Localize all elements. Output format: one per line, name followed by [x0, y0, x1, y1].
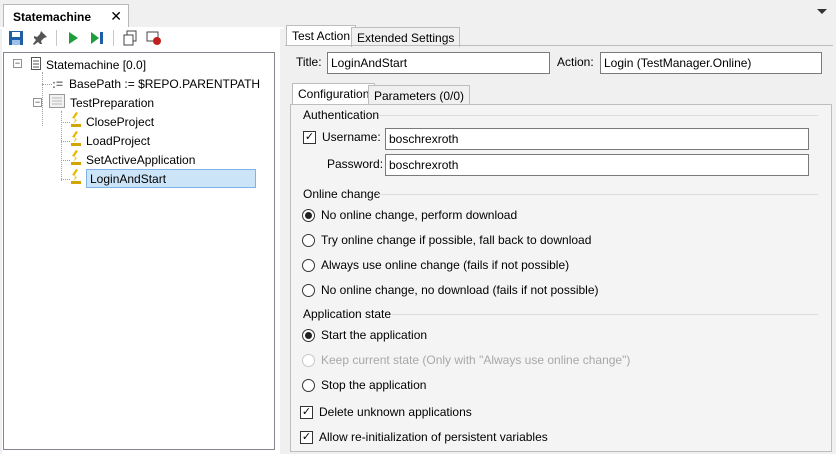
tree-connector [61, 179, 70, 180]
document-icon [31, 56, 41, 73]
option-label: Stop the application [321, 378, 427, 392]
toolbar-separator [113, 30, 114, 46]
group-divider [378, 194, 818, 195]
tree-connector [61, 160, 70, 161]
online-change-group-title: Online change [303, 187, 381, 201]
username-checkbox[interactable]: ✓ Username: [303, 130, 381, 144]
test-tree: − Statemachine [0.0] := BasePath := $REP… [3, 52, 275, 450]
tree-node-testpreparation[interactable]: TestPreparation [49, 93, 154, 112]
run-icon[interactable] [63, 29, 83, 47]
option-label: Keep current state (Only with "Always us… [321, 353, 631, 367]
sequence-icon [49, 94, 65, 111]
option-label: No online change, perform download [321, 208, 518, 222]
group-divider [380, 115, 818, 116]
copy-icon[interactable] [120, 29, 140, 47]
tree-node-basepath[interactable]: := BasePath := $REPO.PARENTPATH [52, 74, 260, 93]
delete-unknown-checkbox[interactable]: ✓ Delete unknown applications [300, 405, 472, 419]
save-icon[interactable] [6, 29, 26, 47]
action-icon [70, 131, 82, 150]
tab-configuration[interactable]: Configuration [292, 83, 376, 104]
tree-connector [42, 72, 43, 126]
application-state-option-disabled: Keep current state (Only with "Always us… [302, 353, 630, 367]
tree-node-basepath-label: BasePath := $REPO.PARENTPATH [69, 76, 261, 91]
tree-node-label: LoadProject [86, 133, 151, 148]
title-field[interactable]: LoginAndStart [327, 52, 550, 74]
online-change-option[interactable]: No online change, no download (fails if … [302, 283, 599, 297]
radio-icon [302, 233, 315, 247]
toolbar-separator [56, 30, 57, 46]
group-divider [392, 314, 818, 315]
radio-selected-icon [302, 208, 315, 222]
online-change-option[interactable]: Always use online change (fails if not p… [302, 258, 569, 272]
tab-parameters[interactable]: Parameters (0/0) [368, 85, 471, 105]
tab-test-action[interactable]: Test Action [286, 25, 357, 46]
close-icon[interactable]: ✕ [110, 8, 122, 25]
tree-toolbar [4, 27, 276, 49]
password-label: Password: [327, 157, 384, 171]
tab-extended-settings-label: Extended Settings [357, 30, 455, 45]
tree-node-label-selected: LoginAndStart [86, 169, 256, 188]
application-state-group-title: Application state [303, 307, 392, 321]
checkbox-label: Allow re-initialization of persistent va… [319, 430, 548, 444]
tree-node-setactiveapplication[interactable]: SetActiveApplication [70, 150, 195, 169]
tree-node-loadproject[interactable]: LoadProject [70, 131, 150, 150]
radio-selected-icon [302, 328, 315, 342]
action-label: Action: [557, 55, 594, 69]
tab-test-action-label: Test Action [292, 29, 351, 43]
allow-reinit-checkbox[interactable]: ✓ Allow re-initialization of persistent … [300, 430, 548, 444]
checkbox-label: Delete unknown applications [319, 405, 472, 419]
check-icon: ✓ [303, 130, 316, 144]
radio-icon [302, 258, 315, 272]
tree-node-testpreparation-label: TestPreparation [70, 95, 155, 110]
check-icon: ✓ [300, 405, 313, 419]
pin-icon[interactable] [30, 29, 50, 47]
online-change-option[interactable]: Try online change if possible, fall back… [302, 233, 591, 247]
option-label: No online change, no download (fails if … [321, 283, 599, 297]
tree-connector [61, 122, 70, 123]
tree-connector [42, 84, 52, 85]
tree-node-label: SetActiveApplication [86, 152, 196, 167]
authentication-group-title: Authentication [303, 108, 380, 122]
document-tab-statemachine[interactable]: Statemachine ✕ [3, 4, 129, 29]
radio-icon [302, 378, 315, 392]
radio-icon [302, 283, 315, 297]
collapse-icon[interactable]: − [13, 59, 22, 68]
option-label: Start the application [321, 328, 428, 342]
action-icon [70, 169, 82, 188]
tab-configuration-label: Configuration [298, 87, 370, 101]
action-icon [70, 112, 82, 131]
collapse-icon[interactable]: − [33, 98, 42, 107]
password-field[interactable]: boschrexroth [385, 154, 809, 176]
tree-node-loginandstart[interactable]: LoginAndStart [70, 169, 256, 188]
record-icon[interactable] [144, 29, 164, 47]
option-label: Always use online change (fails if not p… [321, 258, 570, 272]
dropdown-arrow-icon[interactable] [817, 9, 827, 14]
tree-node-root-label: Statemachine [0.0] [46, 57, 147, 72]
tree-node-label: CloseProject [86, 114, 155, 129]
step-icon[interactable] [87, 29, 107, 47]
tree-connector [61, 141, 70, 142]
tab-extended-settings[interactable]: Extended Settings [351, 27, 461, 47]
title-label: Title: [296, 55, 322, 69]
tab-divider [285, 45, 833, 46]
option-label: Try online change if possible, fall back… [321, 233, 592, 247]
username-field[interactable]: boschrexroth [385, 128, 809, 150]
variable-icon: := [52, 76, 64, 91]
action-field[interactable]: Login (TestManager.Online) [600, 52, 822, 74]
application-state-option[interactable]: Stop the application [302, 378, 426, 392]
application-state-option[interactable]: Start the application [302, 328, 427, 342]
tab-parameters-label: Parameters (0/0) [374, 88, 465, 103]
action-icon [70, 150, 82, 169]
document-tab-label: Statemachine [13, 10, 92, 24]
tree-node-closeproject[interactable]: CloseProject [70, 112, 154, 131]
radio-disabled-icon [302, 353, 315, 367]
username-label: Username: [322, 130, 381, 144]
check-icon: ✓ [300, 430, 313, 444]
online-change-option[interactable]: No online change, perform download [302, 208, 517, 222]
tree-node-root[interactable]: Statemachine [0.0] [31, 55, 146, 74]
